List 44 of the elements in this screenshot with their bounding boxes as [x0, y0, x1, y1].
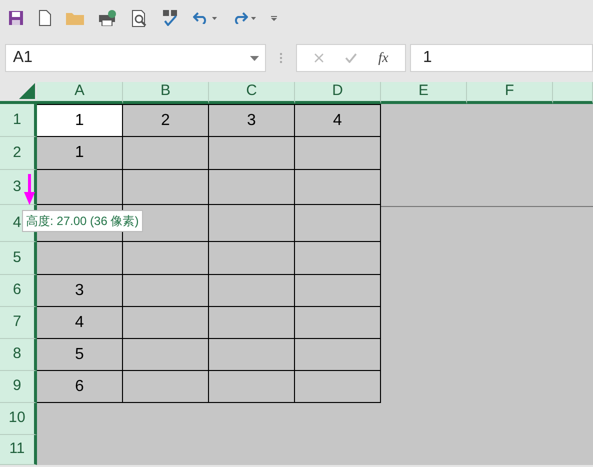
- column-header[interactable]: E: [381, 82, 467, 104]
- insert-function-button[interactable]: fx: [378, 48, 388, 68]
- table-cell: 1: [37, 137, 123, 170]
- spelling-check-icon[interactable]: [162, 10, 178, 26]
- column-header[interactable]: C: [209, 82, 295, 104]
- row-header[interactable]: 6: [0, 275, 37, 307]
- name-box[interactable]: A1: [5, 44, 266, 72]
- row-header[interactable]: 9: [0, 371, 37, 403]
- row-header[interactable]: 5: [0, 242, 37, 275]
- select-all-corner-icon[interactable]: [19, 83, 35, 99]
- row-header[interactable]: 2: [0, 137, 37, 170]
- print-preview-icon[interactable]: [132, 10, 147, 26]
- table-cell: 4: [37, 307, 123, 339]
- column-header[interactable]: [553, 82, 593, 104]
- save-icon[interactable]: [8, 10, 24, 26]
- table-cell: 4: [295, 104, 381, 137]
- row-header[interactable]: 11: [0, 435, 37, 465]
- row-header[interactable]: 7: [0, 307, 37, 339]
- column-header[interactable]: A: [37, 82, 123, 104]
- row-header[interactable]: 8: [0, 339, 37, 371]
- column-header[interactable]: D: [295, 82, 381, 104]
- customize-toolbar-icon[interactable]: [271, 16, 277, 20]
- row-header[interactable]: 10: [0, 403, 37, 435]
- table-cell: 5: [37, 339, 123, 371]
- caret-icon[interactable]: [251, 16, 256, 20]
- row-header[interactable]: 3: [0, 170, 37, 205]
- column-header[interactable]: B: [123, 82, 209, 104]
- table-cell: 3: [209, 104, 295, 137]
- table-cell: 3: [37, 275, 123, 307]
- redo-icon[interactable]: [232, 12, 248, 24]
- formula-input[interactable]: 1: [410, 44, 593, 72]
- table-cell: 1: [37, 104, 123, 137]
- new-document-icon[interactable]: [39, 10, 51, 26]
- check-icon[interactable]: [344, 53, 357, 63]
- dropdown-caret-icon[interactable]: [250, 56, 259, 60]
- table-cell: 2: [123, 104, 209, 137]
- row-header[interactable]: 1: [0, 104, 37, 137]
- caret-icon[interactable]: [212, 16, 217, 20]
- printer-icon[interactable]: [99, 10, 117, 26]
- resize-arrow-icon: [24, 174, 35, 205]
- undo-icon[interactable]: [193, 12, 209, 24]
- column-header[interactable]: F: [467, 82, 553, 104]
- table-cell: 6: [37, 371, 123, 403]
- resize-tooltip: 高度: 27.00 (36 像素): [22, 210, 143, 232]
